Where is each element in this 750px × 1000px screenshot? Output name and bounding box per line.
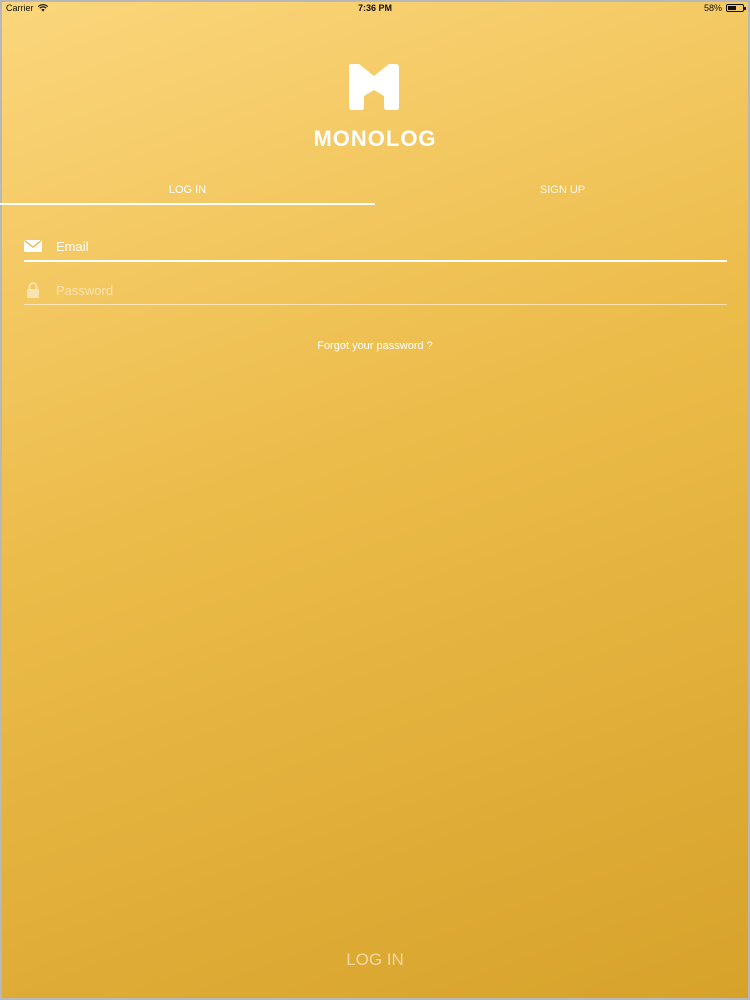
battery-icon — [726, 4, 746, 12]
battery-fill — [728, 6, 737, 10]
battery-group: 58% — [703, 3, 746, 13]
battery-percent: 58% — [703, 3, 722, 13]
email-input[interactable] — [54, 234, 718, 258]
tab-sign-up[interactable]: SIGN UP — [375, 184, 750, 196]
password-input[interactable] — [54, 278, 718, 302]
email-field-row — [24, 234, 727, 262]
log-in-button[interactable]: LOG IN — [275, 945, 475, 975]
brand-name: MONOLOG — [313, 126, 437, 151]
status-time: 7:36 PM — [357, 3, 392, 13]
auth-tabs: LOG IN SIGN UP — [0, 184, 750, 206]
monolog-logo-icon — [349, 64, 399, 110]
password-field-row — [24, 278, 727, 305]
forgot-password-link[interactable]: Forgot your password ? — [0, 340, 750, 352]
lock-icon — [27, 282, 39, 298]
active-tab-indicator — [0, 203, 375, 205]
tab-log-in[interactable]: LOG IN — [0, 184, 375, 196]
envelope-icon — [24, 239, 42, 252]
status-bar: Carrier 7:36 PM 58% — [0, 0, 750, 16]
